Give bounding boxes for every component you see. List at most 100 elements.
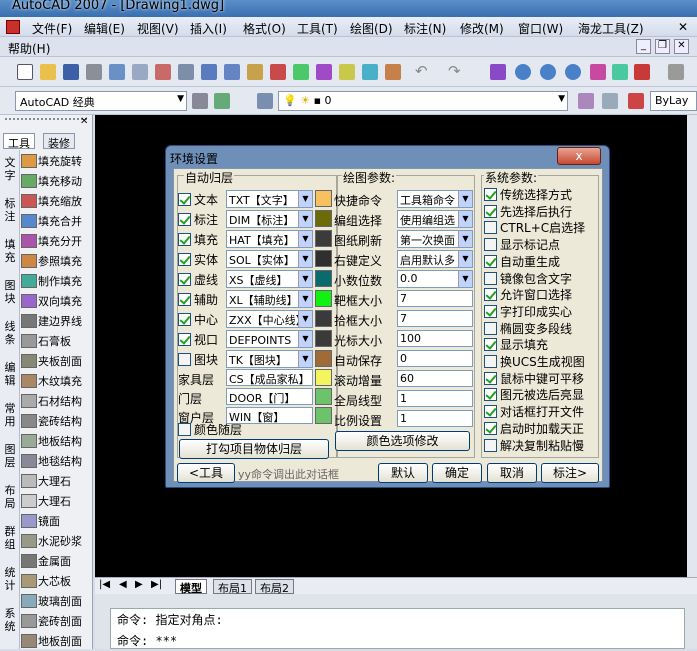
zoom-realtime-icon[interactable] (515, 64, 531, 80)
palette-tool[interactable]: 参照填充 (21, 251, 91, 271)
draw-param-input[interactable]: 60 (397, 370, 473, 387)
layer-previous-icon[interactable] (578, 93, 594, 109)
layer-color-swatch[interactable] (315, 350, 332, 367)
palette-tool[interactable]: 木纹填充 (21, 371, 91, 391)
menu-help[interactable]: 帮助(H) (8, 40, 50, 57)
color-icon[interactable] (628, 93, 644, 109)
layer-color-swatch[interactable] (315, 388, 332, 405)
minimize-icon[interactable]: _ (636, 39, 651, 54)
color-follow-checkbox[interactable]: 颜色随层 (178, 419, 242, 439)
system-param-box[interactable] (484, 271, 497, 285)
print-icon[interactable] (86, 64, 102, 80)
refresh-icon[interactable] (362, 64, 378, 80)
back-to-tools-button[interactable]: <工具 (177, 463, 235, 483)
layer-select[interactable]: DIM【标注】 ▼ (226, 210, 313, 228)
layer-name-input[interactable]: CS【成品家私】 (226, 369, 313, 386)
system-param-checkbox[interactable]: 字打印成实心 (484, 303, 572, 320)
layer-manager-icon[interactable] (257, 93, 273, 109)
assign-layers-button[interactable]: 打勾项目物体归层 (179, 439, 329, 459)
layer-checkbox-box[interactable] (178, 272, 191, 286)
layer-checkbox-box[interactable] (178, 212, 191, 226)
zoom-window-icon[interactable] (540, 64, 556, 80)
layer-checkbox-box[interactable] (178, 232, 191, 246)
magnet-icon[interactable] (634, 64, 650, 80)
vtab-item[interactable]: 图层 (2, 443, 18, 469)
restore-icon[interactable]: ❐ (655, 39, 670, 54)
draw-param-select[interactable]: 第一次换面 ▼ (397, 230, 473, 248)
draw-param-select[interactable]: 启用默认多 ▼ (397, 250, 473, 268)
system-param-box[interactable] (484, 421, 497, 435)
dropdown-arrow-icon[interactable]: ▼ (458, 251, 472, 267)
palette-tool[interactable]: 大理石 (21, 491, 91, 511)
layer-name-input[interactable]: DOOR【门】 (226, 388, 313, 405)
system-param-box[interactable] (484, 221, 497, 235)
layer-select[interactable]: ZXX【中心线】 ▼ (226, 310, 313, 328)
layer-checkbox-box[interactable] (178, 292, 191, 306)
dropdown-arrow-icon[interactable]: ▼ (298, 191, 312, 207)
palette-tool[interactable]: 镜面 (21, 511, 91, 531)
vtab-item[interactable]: 文字 (2, 156, 18, 182)
dialog-close-button[interactable]: x (557, 147, 601, 165)
app-menu-icon[interactable] (6, 20, 20, 34)
vtab-item[interactable]: 统计 (2, 566, 18, 592)
layer-select[interactable]: XL【辅助线】 ▼ (226, 290, 313, 308)
system-param-box[interactable] (484, 321, 497, 335)
system-param-checkbox[interactable]: 传统选择方式 (484, 186, 572, 203)
dropdown-arrow-icon[interactable]: ▼ (298, 291, 312, 307)
dropdown-arrow-icon[interactable]: ▼ (458, 211, 472, 227)
system-param-checkbox[interactable]: 对话框打开文件 (484, 403, 584, 420)
system-param-checkbox[interactable]: 自动重生成 (484, 253, 560, 270)
system-param-box[interactable] (484, 438, 497, 452)
layer-select[interactable]: HAT【填充】 ▼ (226, 230, 313, 248)
palette-tool[interactable]: 填充缩放 (21, 191, 91, 211)
cancel-button[interactable]: 取消 (487, 463, 537, 483)
system-param-checkbox[interactable]: 鼠标中键可平移 (484, 370, 584, 387)
system-param-box[interactable] (484, 188, 497, 201)
layer-checkbox[interactable]: 标注 (178, 209, 218, 229)
workspace-save-icon[interactable] (214, 93, 230, 109)
close-icon[interactable]: ✕ (678, 20, 688, 34)
system-param-checkbox[interactable]: CTRL+C启选择 (484, 219, 585, 236)
workspace-settings-icon[interactable] (192, 93, 208, 109)
vtab-item[interactable]: 填充 (2, 238, 18, 264)
dropdown-arrow-icon[interactable]: ▼ (298, 251, 312, 267)
system-param-box[interactable] (484, 238, 497, 252)
dropdown-arrow-icon[interactable]: ▼ (458, 271, 472, 287)
menu-modify[interactable]: 修改(M) (460, 20, 504, 37)
pan-icon[interactable] (490, 64, 506, 80)
layer-color-swatch[interactable] (315, 210, 332, 227)
layer-checkbox-box[interactable] (178, 192, 191, 206)
system-param-checkbox[interactable]: 镜像包含文字 (484, 270, 572, 287)
menu-edit[interactable]: 编辑(E) (84, 20, 125, 37)
layer-color-swatch[interactable] (315, 230, 332, 247)
system-param-checkbox[interactable]: 椭圆变多段线 (484, 320, 572, 337)
layer-select[interactable]: SOL【实体】 ▼ (226, 250, 313, 268)
menu-draw[interactable]: 绘图(D) (350, 20, 393, 37)
layer-checkbox[interactable]: 文本 (178, 189, 218, 209)
vtab-item[interactable]: 标注 (2, 197, 18, 223)
menu-dimension[interactable]: 标注(N) (404, 20, 446, 37)
menu-hailong-tools[interactable]: 海龙工具(Z) (578, 20, 644, 37)
dropdown-arrow-icon[interactable]: ▼ (298, 351, 312, 367)
vtab-item[interactable]: 系统 (2, 607, 18, 633)
vtab-item[interactable]: 图块 (2, 279, 18, 305)
system-param-checkbox[interactable]: 允许窗口选择 (484, 286, 572, 303)
layer-checkbox[interactable]: 中心 (178, 309, 218, 329)
layer-checkbox[interactable]: 视口 (178, 329, 218, 349)
layer-select[interactable]: XS【虚线】 ▼ (226, 270, 313, 288)
dimension-button[interactable]: 标注> (541, 463, 599, 483)
dropdown-arrow-icon[interactable]: ▼ (298, 271, 312, 287)
block-icon[interactable] (293, 64, 309, 80)
system-param-checkbox[interactable]: 先选择后执行 (484, 203, 572, 220)
menu-file[interactable]: 文件(F) (32, 20, 72, 37)
layer-color-swatch[interactable] (315, 190, 332, 207)
command-line[interactable]: 命令: 指定对角点: 命令: *** (110, 608, 685, 649)
color-follow-box[interactable] (178, 422, 191, 436)
menu-view[interactable]: 视图(V) (137, 20, 179, 37)
system-param-box[interactable] (484, 254, 497, 268)
layer-color-swatch[interactable] (315, 369, 332, 386)
menu-tools[interactable]: 工具(T) (297, 20, 338, 37)
publish-icon[interactable] (132, 64, 148, 80)
etransmit-icon[interactable] (178, 64, 194, 80)
palette-tool[interactable]: 石材结构 (21, 391, 91, 411)
